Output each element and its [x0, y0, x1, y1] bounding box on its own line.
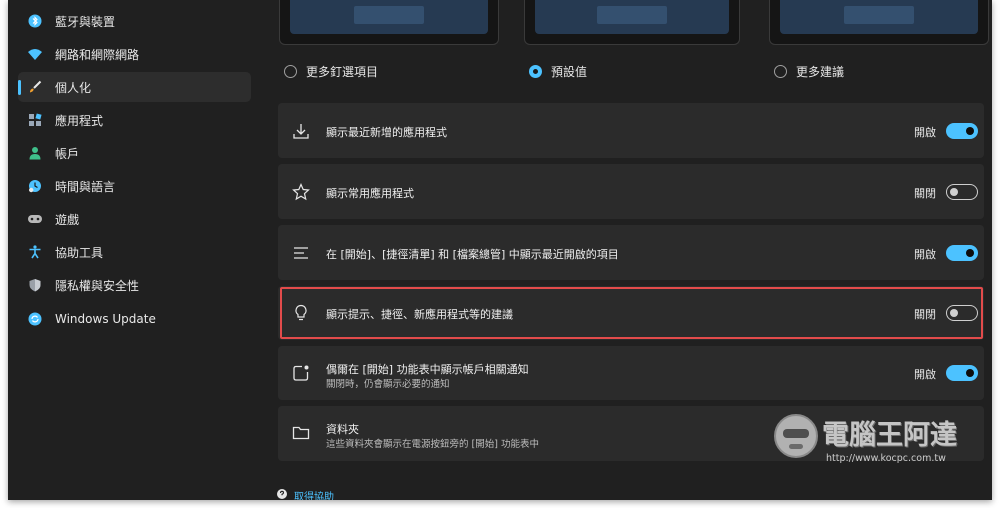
sidebar-item-label: 隱私權與安全性 — [55, 278, 140, 293]
sidebar-item-windows-update[interactable]: Windows Update — [18, 304, 251, 334]
radio-circle-selected[interactable] — [529, 65, 542, 78]
setting-title: 顯示常用應用程式 — [326, 187, 414, 200]
layout-preview-more-recommendations[interactable] — [769, 0, 989, 45]
folder-icon — [291, 423, 311, 443]
sidebar-item-label: 時間與語言 — [55, 179, 116, 194]
get-help-label: 取得協助 — [294, 492, 334, 500]
watermark-text: 電腦王阿達 — [822, 420, 957, 451]
setting-subtitle: 這些資料夾會顯示在電源按鈕旁的 [開始] 功能表中 — [326, 439, 539, 450]
setting-title: 顯示最近新增的應用程式 — [326, 126, 447, 139]
sidebar-item-personalization[interactable]: 個人化 — [18, 72, 251, 102]
radio-more-pins[interactable]: 更多釘選項目 — [284, 63, 378, 80]
star-icon — [291, 182, 311, 202]
lightbulb-icon — [291, 303, 311, 323]
toggle-switch[interactable] — [946, 123, 978, 139]
sidebar-item-label: Windows Update — [55, 312, 156, 326]
radio-default[interactable]: 預設值 — [529, 63, 587, 80]
sidebar-item-label: 應用程式 — [55, 113, 104, 128]
setting-account-notifications[interactable]: 偶爾在 [開始] 功能表中顯示帳戶相關通知 關閉時，仍會顯示必要的通知 開啟 — [278, 346, 984, 400]
update-icon — [27, 311, 43, 327]
layout-preview-more-pins[interactable] — [279, 0, 499, 45]
watermark: 電腦王阿達 http://www.kocpc.com.tw — [774, 410, 980, 470]
radio-circle[interactable] — [284, 65, 297, 78]
active-indicator — [18, 80, 21, 95]
apps-icon — [27, 112, 43, 128]
radio-circle[interactable] — [774, 65, 787, 78]
gamepad-icon — [27, 211, 43, 227]
list-icon — [291, 243, 311, 263]
sidebar-item-label: 協助工具 — [55, 245, 104, 260]
sidebar-item-gaming[interactable]: 遊戲 — [18, 204, 251, 234]
toggle-switch[interactable] — [946, 305, 978, 321]
radio-label: 更多建議 — [796, 65, 845, 79]
shield-icon — [27, 277, 43, 293]
accessibility-icon — [27, 244, 43, 260]
account-icon — [27, 145, 43, 161]
toggle-state-label: 開啟 — [914, 248, 936, 261]
help-icon — [276, 488, 288, 500]
toggle-state-label: 開啟 — [914, 368, 936, 381]
setting-recently-added-apps[interactable]: 顯示最近新增的應用程式 開啟 — [278, 103, 984, 158]
settings-window: 藍牙與裝置 網路和網際網路 個人化 應用程式 帳戶 時間與語言 遊戲 協助工具 … — [8, 0, 992, 500]
radio-label: 更多釘選項目 — [306, 65, 379, 79]
sidebar-item-label: 帳戶 — [55, 146, 80, 161]
sidebar-item-label: 網路和網際網路 — [55, 47, 140, 62]
bluetooth-icon — [27, 13, 43, 29]
sidebar-item-apps[interactable]: 應用程式 — [18, 105, 251, 135]
brush-icon — [27, 79, 43, 95]
toggle-state-label: 開啟 — [914, 126, 936, 139]
setting-title: 顯示提示、捷徑、新應用程式等的建議 — [326, 308, 513, 321]
clock-globe-icon — [27, 178, 43, 194]
sidebar-item-accounts[interactable]: 帳戶 — [18, 138, 251, 168]
download-icon — [291, 121, 311, 141]
setting-tips-suggestions[interactable]: 顯示提示、捷徑、新應用程式等的建議 關閉 — [278, 286, 984, 340]
toggle-switch[interactable] — [946, 365, 978, 381]
toggle-state-label: 關閉 — [914, 187, 936, 200]
sidebar-item-label: 遊戲 — [55, 212, 80, 227]
sidebar-item-privacy[interactable]: 隱私權與安全性 — [18, 270, 251, 300]
toggle-switch[interactable] — [946, 245, 978, 261]
wifi-icon — [27, 46, 43, 62]
sidebar-item-bluetooth[interactable]: 藍牙與裝置 — [18, 6, 251, 36]
notification-icon — [291, 363, 311, 383]
watermark-url: http://www.kocpc.com.tw — [826, 453, 946, 464]
toggle-switch[interactable] — [946, 184, 978, 200]
setting-title: 資料夾 — [326, 423, 359, 436]
setting-title: 在 [開始]、[捷徑清單] 和 [檔案總管] 中顯示最近開啟的項目 — [326, 248, 619, 261]
sidebar-item-accessibility[interactable]: 協助工具 — [18, 237, 251, 267]
sidebar-item-label: 藍牙與裝置 — [55, 14, 116, 29]
sidebar-item-time-language[interactable]: 時間與語言 — [18, 171, 251, 201]
radio-label: 預設值 — [551, 65, 588, 79]
setting-most-used-apps[interactable]: 顯示常用應用程式 關閉 — [278, 164, 984, 219]
sidebar-item-network[interactable]: 網路和網際網路 — [18, 39, 251, 69]
layout-preview-default[interactable] — [524, 0, 740, 45]
sidebar-item-label: 個人化 — [55, 80, 92, 95]
setting-recently-opened-items[interactable]: 在 [開始]、[捷徑清單] 和 [檔案總管] 中顯示最近開啟的項目 開啟 — [278, 225, 984, 280]
radio-more-recommendations[interactable]: 更多建議 — [774, 63, 844, 80]
mascot-icon — [774, 414, 818, 458]
toggle-state-label: 關閉 — [914, 308, 936, 321]
setting-subtitle: 關閉時，仍會顯示必要的通知 — [326, 379, 450, 390]
setting-title: 偶爾在 [開始] 功能表中顯示帳戶相關通知 — [326, 363, 529, 376]
get-help-link[interactable]: 取得協助 — [276, 488, 334, 500]
sidebar: 藍牙與裝置 網路和網際網路 個人化 應用程式 帳戶 時間與語言 遊戲 協助工具 … — [8, 0, 260, 500]
